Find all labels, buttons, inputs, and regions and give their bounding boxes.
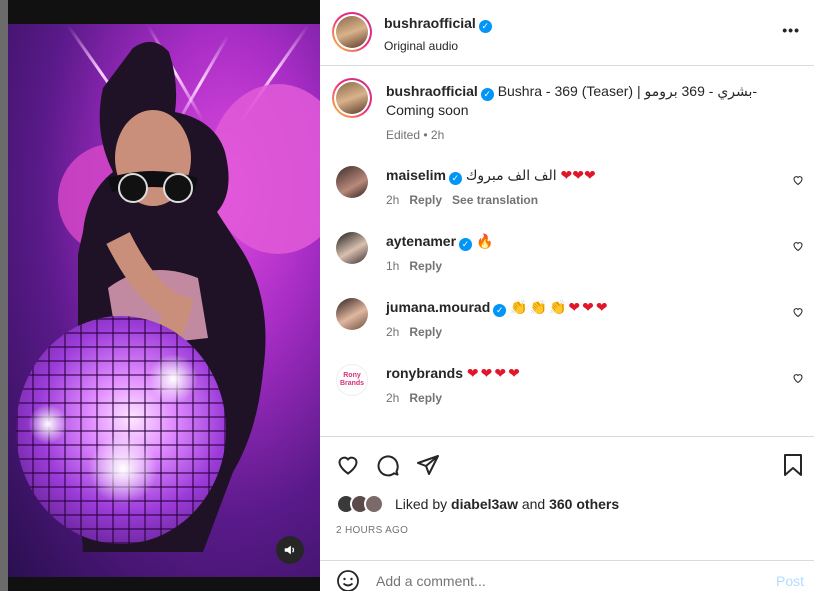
comment-meta: 2h Reply (386, 391, 442, 405)
comment-time: 1h (386, 259, 400, 273)
comment-item: aytenamer ✓ 🔥 1h Reply (320, 230, 814, 290)
comment-meta: 1h Reply (386, 259, 442, 273)
comment-emoji: ❤❤❤❤ (466, 365, 522, 381)
brand-logo-text: Rony Brands (339, 372, 365, 387)
verified-badge-icon: ✓ (478, 20, 492, 33)
comment-body: maiselim ✓ الف الف مبروك ❤❤❤ (386, 166, 596, 185)
commenter-avatar[interactable]: Rony Brands (336, 364, 368, 396)
media-pane (0, 0, 320, 591)
reply-button[interactable]: Reply (409, 259, 442, 273)
comment-time: 2h (386, 325, 400, 339)
likes-and: and (521, 496, 546, 512)
liker-avatars[interactable] (336, 493, 392, 515)
post-actions: Liked by diabel3aw and 360 others 2 HOUR… (320, 436, 814, 550)
comment-meta: 2h Reply See translation (386, 193, 538, 207)
comments-list: bushraofficial ✓ Bushra - 369 (Teaser) | … (320, 66, 814, 436)
emoji-icon[interactable] (336, 569, 360, 591)
like-comment-icon[interactable] (792, 372, 804, 384)
post-header: bushraofficial ✓ Original audio ••• (320, 0, 814, 66)
caption-username[interactable]: bushraofficial (386, 83, 478, 99)
comment-body: ronybrands ❤❤❤❤ (386, 364, 522, 383)
media-edge (0, 0, 8, 591)
verified-badge-icon: ✓ (459, 238, 473, 251)
comment-meta: 2h Reply (386, 325, 442, 339)
reply-button[interactable]: Reply (409, 325, 442, 339)
more-options-icon[interactable]: ••• (782, 22, 800, 38)
like-icon[interactable] (336, 453, 360, 477)
save-bookmark-icon[interactable] (782, 453, 804, 477)
likes-others[interactable]: 360 others (549, 496, 619, 512)
comment-username[interactable]: maiselim (386, 167, 446, 183)
comment-username[interactable]: jumana.mourad (386, 299, 490, 315)
verified-badge-icon: ✓ (493, 304, 507, 317)
reply-button[interactable]: Reply (409, 193, 442, 207)
comment-time: 2h (386, 391, 400, 405)
author-block: bushraofficial ✓ Original audio (384, 15, 492, 53)
like-comment-icon[interactable] (792, 306, 804, 318)
caption-text: Bushra - 369 (Teaser) | بشري - 369 برومو… (497, 83, 758, 99)
likes-user[interactable]: diabel3aw (451, 496, 518, 512)
author-avatar[interactable] (332, 78, 372, 118)
comment-time: 2h (386, 193, 400, 207)
caption-body: bushraofficial ✓ Bushra - 369 (Teaser) | … (386, 82, 766, 120)
comment-icon[interactable] (376, 453, 400, 477)
caption-meta: Edited • 2h (386, 128, 445, 142)
likes-prefix: Liked by (395, 496, 448, 512)
comment-composer: Post (320, 560, 814, 591)
comment-item: Rony Brands ronybrands ❤❤❤❤ 2h Reply (320, 362, 814, 422)
video-letterbox-top (8, 0, 320, 24)
verified-badge-icon: ✓ (480, 88, 494, 101)
video-letterbox-bottom (8, 577, 320, 591)
author-avatar[interactable] (332, 12, 372, 52)
audio-label[interactable]: Original audio (384, 39, 492, 53)
comment-emoji: 👏👏👏❤❤❤ (510, 299, 610, 315)
comment-text: الف الف مبروك (465, 167, 557, 183)
light-flare (88, 434, 158, 504)
comment-body: aytenamer ✓ 🔥 (386, 232, 493, 251)
like-comment-icon[interactable] (792, 174, 804, 186)
post-video[interactable] (8, 24, 320, 577)
caption: bushraofficial ✓ Bushra - 369 (Teaser) | … (320, 78, 814, 158)
author-username[interactable]: bushraofficial (384, 15, 476, 31)
post-timestamp[interactable]: 2 HOURS AGO (336, 525, 408, 536)
speaker-icon (284, 545, 295, 555)
post-comment-button[interactable]: Post (776, 573, 804, 589)
like-comment-icon[interactable] (792, 240, 804, 252)
see-translation-button[interactable]: See translation (452, 193, 538, 207)
post-sidebar: bushraofficial ✓ Original audio ••• bushr… (320, 0, 814, 591)
comment-username[interactable]: aytenamer (386, 233, 456, 249)
reply-button[interactable]: Reply (409, 391, 442, 405)
light-flare (148, 354, 198, 404)
commenter-avatar[interactable] (336, 232, 368, 264)
comment-item: jumana.mourad ✓ 👏👏👏❤❤❤ 2h Reply (320, 296, 814, 356)
commenter-avatar[interactable] (336, 166, 368, 198)
commenter-avatar[interactable] (336, 298, 368, 330)
verified-badge-icon: ✓ (448, 172, 462, 185)
liker-avatar (364, 494, 384, 514)
share-icon[interactable] (416, 453, 440, 477)
likes-summary: Liked by diabel3aw and 360 others (395, 496, 619, 512)
light-flare (28, 404, 68, 444)
comment-emoji: 🔥 (475, 233, 494, 249)
mute-button[interactable] (276, 536, 304, 564)
comment-body: jumana.mourad ✓ 👏👏👏❤❤❤ (386, 298, 610, 317)
comment-item: maiselim ✓ الف الف مبروك ❤❤❤ 2h Reply See t… (320, 164, 814, 224)
comment-emoji: ❤❤❤ (560, 167, 596, 183)
comment-username[interactable]: ronybrands (386, 365, 463, 381)
caption-text-line2: Coming soon (386, 102, 469, 118)
comment-input[interactable] (376, 569, 756, 591)
